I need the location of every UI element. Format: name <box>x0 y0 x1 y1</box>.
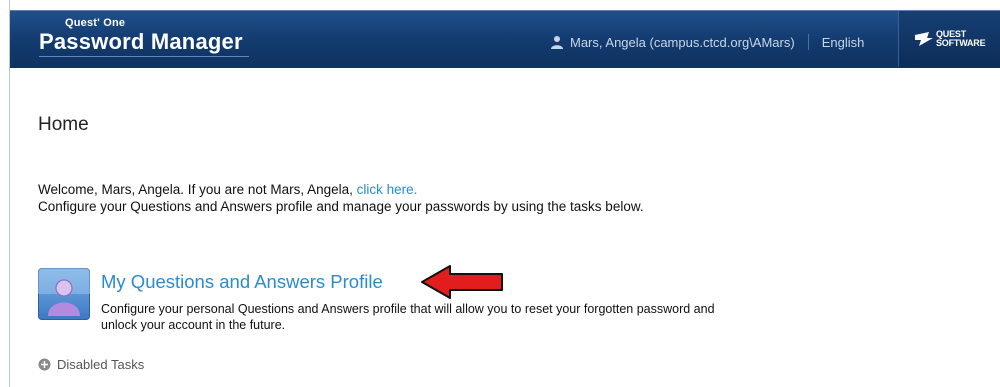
page: Quest' One Password Manager Mars, Angela… <box>0 0 1000 387</box>
brand-underline <box>39 56 249 57</box>
task-title-link[interactable]: My Questions and Answers Profile <box>101 271 383 293</box>
quest-logo-icon <box>915 32 933 46</box>
header-separator <box>807 34 809 50</box>
click-here-link[interactable]: click here. <box>357 182 418 197</box>
profile-icon[interactable] <box>38 268 90 320</box>
language-selector[interactable]: English <box>822 35 865 50</box>
brand-small: Quest' One <box>65 17 126 29</box>
plus-icon <box>38 358 51 371</box>
app-title: Password Manager <box>39 29 243 54</box>
disabled-tasks-toggle[interactable]: Disabled Tasks <box>38 357 144 372</box>
welcome-prefix: Welcome, Mars, Angela. If you are not Ma… <box>38 182 357 197</box>
app-header: Quest' One Password Manager Mars, Angela… <box>10 10 1000 68</box>
brand[interactable]: Quest' One Password Manager <box>39 17 249 57</box>
user-area: Mars, Angela (campus.ctcd.org\AMars) Eng… <box>550 33 864 51</box>
red-arrow-icon <box>420 264 504 300</box>
user-icon <box>550 35 564 49</box>
page-title: Home <box>38 114 89 135</box>
disabled-tasks-label: Disabled Tasks <box>57 357 145 372</box>
welcome-text: Welcome, Mars, Angela. If you are not Ma… <box>38 181 644 215</box>
quest-logo: QUEST SOFTWARE <box>898 11 1000 67</box>
welcome-instructions: Configure your Questions and Answers pro… <box>38 199 644 214</box>
user-label[interactable]: Mars, Angela (campus.ctcd.org\AMars) <box>570 35 795 50</box>
logo-line2: SOFTWARE <box>936 38 986 48</box>
task-description: Configure your personal Questions and An… <box>101 302 715 332</box>
quest-logo-text: QUEST SOFTWARE <box>936 30 986 48</box>
